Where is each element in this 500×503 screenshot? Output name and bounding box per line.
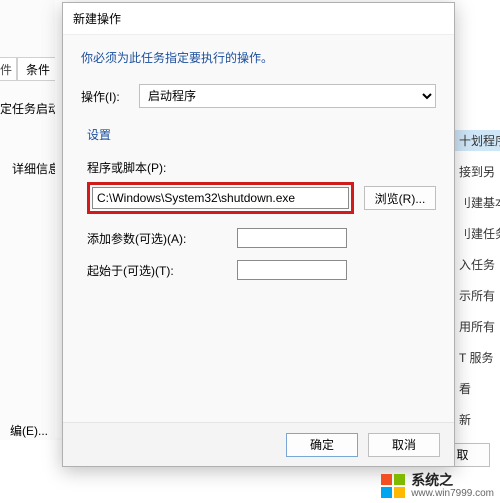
actions-item[interactable]: 新: [455, 409, 500, 430]
left-label-trigger: 定任务启动: [0, 100, 60, 117]
dialog-instruction: 你必须为此任务指定要执行的操作。: [81, 49, 436, 66]
program-highlight: [87, 182, 354, 214]
new-action-dialog: 新建操作 你必须为此任务指定要执行的操作。 操作(I): 启动程序 设置 程序或…: [62, 2, 455, 467]
dialog-footer: 确定 取消: [63, 422, 454, 466]
actions-pane: 十划程序 接到另 刂建基本 刂建任务 入任务 示所有 用所有 T 服务 看 新 …: [455, 130, 500, 461]
program-section: 程序或脚本(P): 浏览(R)... 添加参数(可选)(A): 起始于(可选)(…: [87, 159, 436, 280]
args-label: 添加参数(可选)(A):: [87, 230, 237, 247]
startin-label: 起始于(可选)(T):: [87, 262, 237, 279]
actions-item[interactable]: 刂建基本: [455, 192, 500, 213]
browse-button[interactable]: 浏览(R)...: [364, 186, 436, 210]
tab-strip: 件 条件: [0, 56, 59, 80]
dialog-title: 新建操作: [73, 10, 121, 27]
actions-item[interactable]: 十划程序: [455, 130, 500, 151]
program-row: 浏览(R)...: [87, 182, 436, 214]
dialog-body: 你必须为此任务指定要执行的操作。 操作(I): 启动程序 设置 程序或脚本(P)…: [63, 35, 454, 422]
startin-input[interactable]: [237, 260, 347, 280]
action-row: 操作(I): 启动程序: [81, 84, 436, 108]
left-label-edit[interactable]: 编(E)...: [10, 422, 48, 439]
tab-conditions[interactable]: 条件: [17, 57, 59, 81]
left-label-details: 详细信息: [12, 160, 60, 177]
program-label: 程序或脚本(P):: [87, 159, 436, 176]
actions-item[interactable]: 刂建任务: [455, 223, 500, 244]
watermark-text: 系统之 www.win7999.com: [411, 473, 494, 499]
action-label: 操作(I):: [81, 88, 139, 105]
program-input[interactable]: [92, 187, 349, 209]
watermark: 系统之 www.win7999.com: [381, 473, 494, 499]
dialog-titlebar: 新建操作: [63, 3, 454, 35]
actions-item[interactable]: 看: [455, 378, 500, 399]
cancel-button[interactable]: 取消: [368, 433, 440, 457]
actions-item[interactable]: 用所有: [455, 316, 500, 337]
actions-item[interactable]: 示所有: [455, 285, 500, 306]
startin-row: 起始于(可选)(T):: [87, 260, 436, 280]
ok-button[interactable]: 确定: [286, 433, 358, 457]
tab-partial[interactable]: 件: [0, 57, 17, 81]
args-row: 添加参数(可选)(A):: [87, 228, 436, 248]
actions-item[interactable]: 接到另: [455, 161, 500, 182]
watermark-url: www.win7999.com: [411, 488, 494, 499]
action-select[interactable]: 启动程序: [139, 84, 436, 108]
actions-item[interactable]: T 服务: [455, 347, 500, 368]
settings-link: 设置: [87, 126, 111, 143]
watermark-name: 系统之: [411, 473, 494, 488]
args-input[interactable]: [237, 228, 347, 248]
windows-logo-icon: [381, 474, 405, 498]
actions-item[interactable]: 入任务: [455, 254, 500, 275]
